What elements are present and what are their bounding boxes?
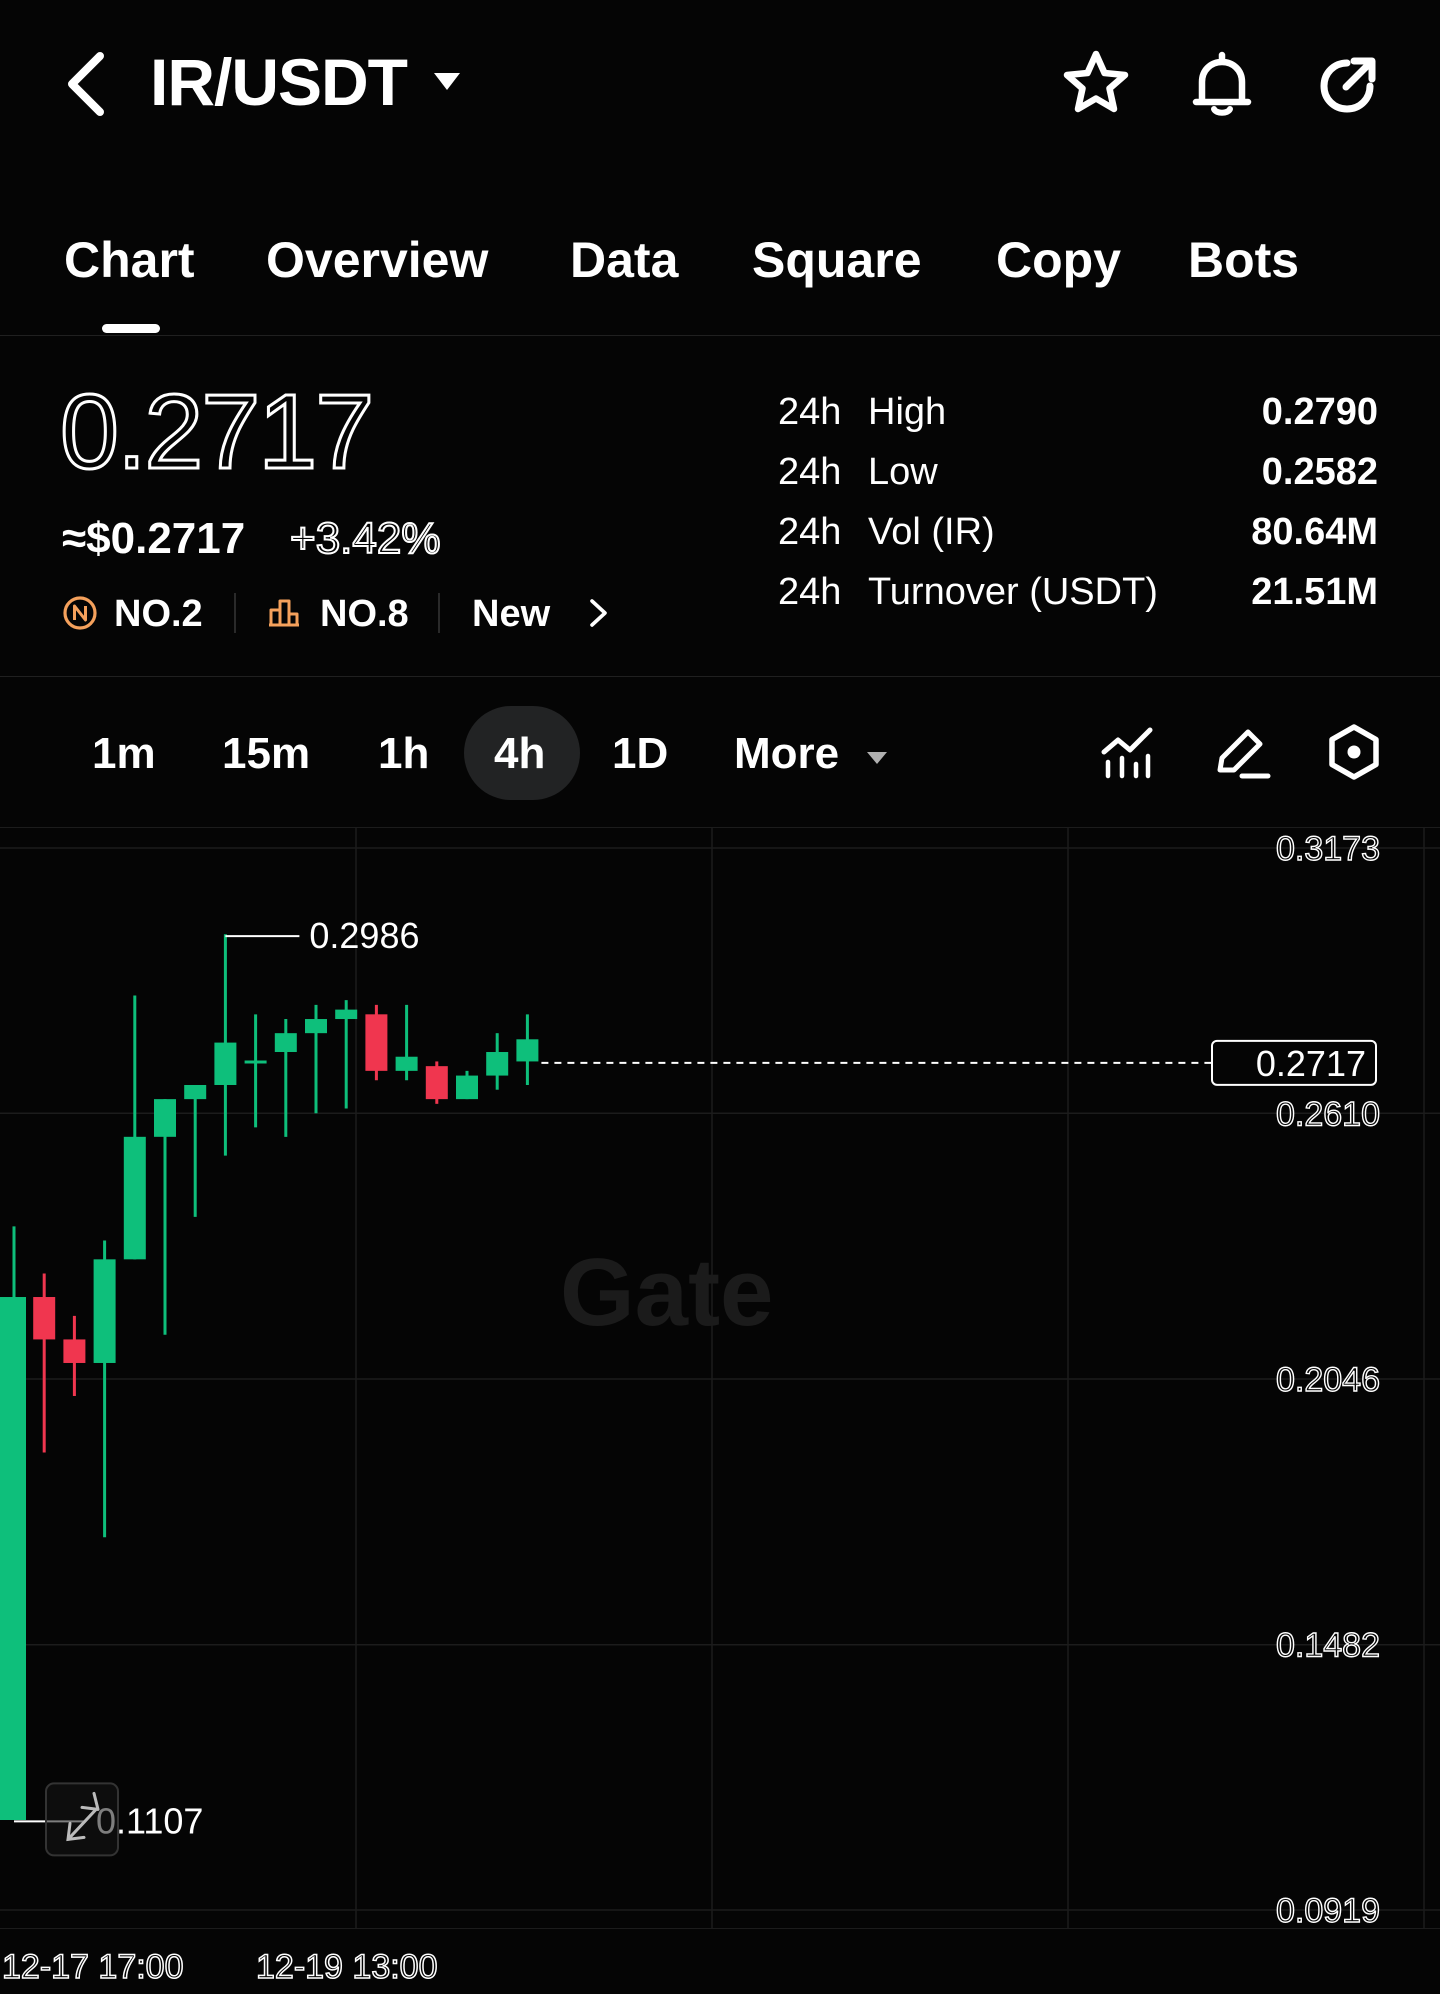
interval-more[interactable]: More: [734, 724, 839, 784]
usd-price: ≈$0.2717: [62, 514, 246, 563]
candle-body[interactable]: [123, 1136, 146, 1260]
stat-label: Vol (IR): [868, 511, 995, 553]
star-icon[interactable]: [1058, 46, 1134, 122]
candle-body[interactable]: [395, 1056, 418, 1071]
stat-label: Low: [868, 451, 938, 493]
tab-chart[interactable]: Chart: [64, 230, 195, 290]
settings-hexagon-icon[interactable]: [1324, 722, 1384, 782]
stat-value: 0.2790: [1261, 391, 1378, 433]
stat-value: 80.64M: [1251, 511, 1378, 553]
high-price-label: 0.2986: [309, 915, 419, 956]
rank-hot[interactable]: NO.2: [114, 591, 203, 637]
price-change-percent: +3.42%: [289, 513, 441, 564]
candle-body[interactable]: [184, 1084, 207, 1100]
rank-n-icon: [62, 595, 98, 631]
chart-canvas[interactable]: Gate 0.29860.11070.2717 0.31730.26100.20…: [0, 828, 1440, 1931]
share-icon[interactable]: [1310, 46, 1386, 122]
candle-body[interactable]: [154, 1099, 176, 1137]
rank-divider: [234, 593, 236, 633]
indicators-icon[interactable]: [1098, 722, 1158, 782]
active-tab-indicator: [102, 324, 160, 333]
candle-body[interactable]: [214, 1042, 237, 1085]
draw-pencil-icon[interactable]: [1212, 722, 1272, 782]
tab-data[interactable]: Data: [570, 230, 678, 290]
last-price-tag-label: 0.2717: [1256, 1043, 1366, 1084]
y-tick-label: 0.0919: [1276, 1892, 1380, 1928]
stat-low: 24h Low 0.2582: [778, 447, 1378, 497]
rank-chart-icon: [266, 595, 302, 631]
candle-body[interactable]: [456, 1075, 478, 1100]
candle-body[interactable]: [486, 1052, 509, 1076]
chevron-right-icon[interactable]: [580, 595, 616, 631]
caret-down-icon[interactable]: [866, 750, 888, 766]
y-tick-label: 0.1482: [1276, 1627, 1380, 1665]
x-tick-label: 12-19 13:00: [255, 1947, 438, 1987]
tab-overview[interactable]: Overview: [266, 230, 488, 290]
rank-divider: [438, 593, 440, 633]
interval-1m[interactable]: 1m: [92, 724, 156, 784]
tab-square[interactable]: Square: [752, 230, 922, 290]
y-tick-label: 0.3173: [1276, 830, 1380, 868]
back-chevron-icon[interactable]: [60, 50, 120, 118]
y-tick-label: 0.2046: [1276, 1361, 1380, 1399]
stat-value: 21.51M: [1251, 571, 1378, 613]
y-tick-label: 0.2610: [1276, 1095, 1380, 1133]
stat-turnover: 24h Turnover (USDT) 21.51M: [778, 567, 1378, 617]
candle-body[interactable]: [93, 1259, 116, 1363]
stat-volume: 24h Vol (IR) 80.64M: [778, 507, 1378, 557]
interval-toolbar: 1m 15m 1h 4h 1D More: [0, 678, 1440, 828]
caret-down-icon[interactable]: [432, 70, 462, 94]
stat-prefix: 24h: [778, 391, 842, 433]
candle-body[interactable]: [274, 1033, 297, 1053]
candle-body[interactable]: [425, 1066, 448, 1100]
watermark-text: Gate: [560, 1239, 773, 1346]
candle-body[interactable]: [0, 1297, 26, 1821]
pair-title[interactable]: IR/USDT: [150, 46, 408, 118]
expand-button[interactable]: [45, 1782, 119, 1857]
stat-prefix: 24h: [778, 451, 842, 493]
price-summary: 0.2717 ≈$0.2717 +3.42% NO.2 NO.8 New 24h…: [0, 337, 1440, 677]
rank-row: NO.2 NO.8 New: [60, 587, 660, 647]
candle-body[interactable]: [335, 1009, 358, 1020]
candle-body[interactable]: [63, 1339, 86, 1363]
candle-body[interactable]: [516, 1039, 539, 1062]
stat-prefix: 24h: [778, 511, 842, 553]
time-axis: 12-17 17:00 12-19 13:00: [0, 1928, 1440, 1994]
candle-body[interactable]: [244, 1060, 267, 1064]
section-tabs: Chart Overview Data Square Copy Bots: [0, 200, 1440, 336]
rank-new[interactable]: New: [472, 591, 550, 637]
stat-label: High: [868, 391, 947, 433]
top-bar: IR/USDT: [0, 0, 1440, 170]
tab-copy[interactable]: Copy: [996, 230, 1121, 290]
interval-1d[interactable]: 1D: [612, 724, 668, 784]
rank-volume[interactable]: NO.8: [320, 591, 409, 637]
last-price: 0.2717: [58, 373, 375, 491]
x-tick-label: 12-17 17:00: [1, 1947, 184, 1987]
stat-label: Turnover (USDT): [868, 571, 1158, 613]
interval-1h[interactable]: 1h: [378, 724, 429, 784]
candle-body[interactable]: [305, 1019, 327, 1034]
stat-value: 0.2582: [1261, 451, 1378, 493]
candle-body[interactable]: [33, 1297, 56, 1340]
stat-high: 24h High 0.2790: [778, 387, 1378, 437]
candlestick-chart[interactable]: Gate 0.2986 0.1107 0.2717 0.3173 0.2610 0.20…: [0, 828, 1440, 1931]
candle-body[interactable]: [365, 1014, 388, 1071]
stat-prefix: 24h: [778, 571, 842, 613]
interval-15m[interactable]: 15m: [222, 724, 310, 784]
bell-icon[interactable]: [1184, 46, 1260, 122]
interval-4h[interactable]: 4h: [494, 724, 545, 784]
tab-bots[interactable]: Bots: [1188, 230, 1299, 290]
